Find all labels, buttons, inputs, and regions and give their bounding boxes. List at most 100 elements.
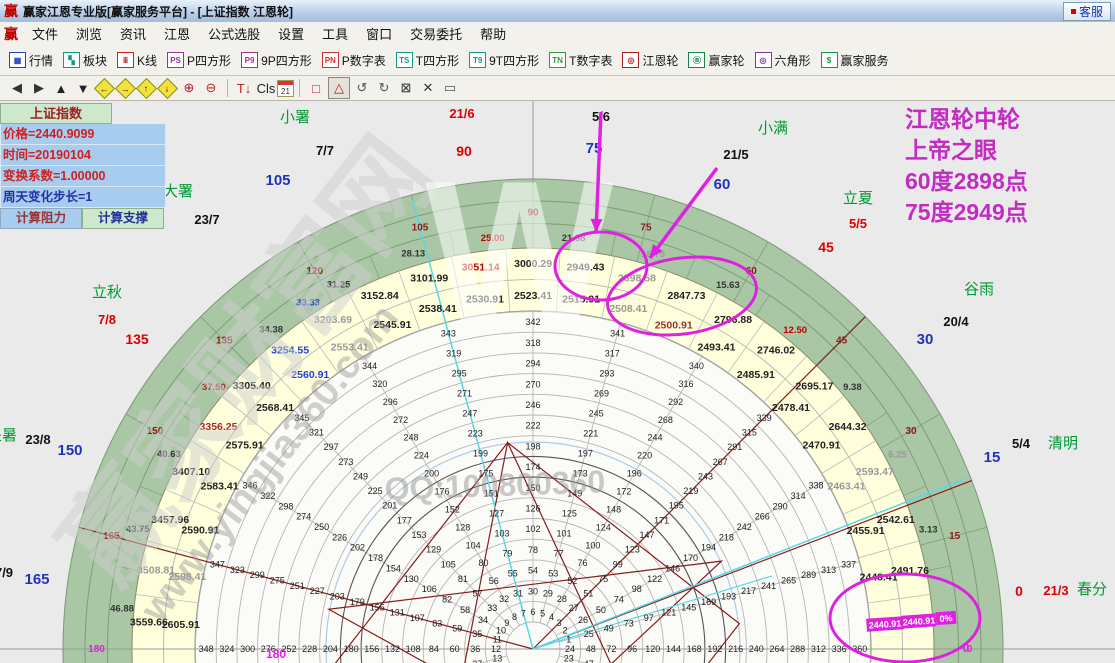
svg-text:339: 339 [757, 413, 772, 423]
winner-wheel-icon: Ⓑ [688, 52, 705, 68]
svg-text:120: 120 [645, 644, 660, 654]
svg-text:227: 227 [310, 586, 325, 596]
menu-3[interactable]: 江恩 [155, 27, 199, 42]
title-bar[interactable]: 赢 赢家江恩专业版[赢家服务平台] - [上证指数 江恩轮] 客服 [0, 0, 1115, 23]
nav-down-button[interactable]: ▼ [73, 78, 93, 98]
svg-text:30: 30 [917, 331, 934, 348]
calendar-icon[interactable]: 21 [277, 80, 294, 97]
svg-text:226: 226 [332, 532, 347, 542]
svg-text:289: 289 [801, 570, 816, 580]
svg-text:75: 75 [640, 222, 652, 233]
svg-text:180: 180 [266, 647, 286, 661]
toolbar-button-quotes[interactable]: ▦行情 [4, 48, 58, 72]
svg-text:33: 33 [487, 603, 497, 613]
svg-text:315: 315 [742, 428, 757, 438]
svg-text:21/6: 21/6 [449, 106, 474, 121]
svg-text:272: 272 [393, 415, 408, 425]
cls-button[interactable]: Cls [256, 78, 276, 98]
menu-4[interactable]: 公式选股 [199, 27, 269, 42]
svg-text:243: 243 [698, 471, 713, 481]
t-table-icon: TN [549, 52, 566, 68]
svg-text:267: 267 [713, 457, 728, 467]
svg-text:大署: 大署 [163, 183, 193, 200]
svg-text:2463.41: 2463.41 [827, 481, 865, 493]
svg-text:106: 106 [422, 584, 437, 594]
svg-text:45: 45 [818, 239, 834, 255]
toolbar-button-gann-wheel[interactable]: ◎江恩轮 [617, 48, 683, 72]
svg-text:323: 323 [230, 565, 245, 575]
svg-text:79: 79 [502, 548, 512, 558]
toolbar-button-p-square[interactable]: PSP四方形 [162, 48, 236, 72]
box-select-button[interactable]: ⊠ [396, 78, 416, 98]
svg-text:225: 225 [368, 486, 383, 496]
svg-text:123: 123 [625, 545, 640, 555]
nav-forward-button[interactable]: ▶ [29, 78, 49, 98]
svg-text:23/8: 23/8 [25, 432, 50, 447]
svg-text:83: 83 [432, 618, 442, 628]
panel-row-3: 周天变化步长=1 [0, 187, 166, 208]
svg-text:135: 135 [125, 331, 149, 347]
toolbar-button-winner-service[interactable]: $赢家服务 [816, 48, 894, 72]
nav-back-button[interactable]: ◀ [7, 78, 27, 98]
calc-support-button[interactable]: 计算支撑 [82, 208, 164, 229]
rotate-cw-button[interactable]: ↻ [374, 78, 394, 98]
t-updown-button[interactable]: T↓ [234, 78, 254, 98]
menu-0[interactable]: 文件 [23, 27, 67, 42]
support-button[interactable]: 客服 [1063, 2, 1111, 21]
screen-tool-button[interactable]: ▭ [440, 78, 460, 98]
svg-text:265: 265 [781, 575, 796, 585]
t-square-icon: TS [396, 52, 413, 68]
svg-text:处暑: 处暑 [0, 427, 17, 444]
panel-row-1: 时间=20190104 [0, 145, 166, 166]
menu-5[interactable]: 设置 [269, 27, 313, 42]
svg-text:298: 298 [278, 501, 293, 511]
toolbar-button-kline[interactable]: ⅲK线 [112, 48, 162, 72]
menu-6[interactable]: 工具 [313, 27, 357, 42]
toolbar-button-sectors[interactable]: ▚板块 [58, 48, 112, 72]
step-left-button[interactable]: ← [94, 77, 115, 98]
nav-up-button[interactable]: ▲ [51, 78, 71, 98]
cross-tool-button[interactable]: ✕ [418, 78, 438, 98]
menu-8[interactable]: 交易委托 [401, 27, 471, 42]
triangle-tool-button[interactable]: △ [328, 77, 350, 99]
toolbar-button-9t-square[interactable]: T99T四方形 [464, 48, 544, 72]
svg-text:292: 292 [668, 397, 683, 407]
toolbar-button-hexagon[interactable]: ◎六角形 [750, 48, 816, 72]
rotate-ccw-button[interactable]: ↺ [352, 78, 372, 98]
menu-7[interactable]: 窗口 [357, 27, 401, 42]
svg-text:245: 245 [589, 408, 604, 418]
svg-text:2746.02: 2746.02 [757, 344, 795, 356]
rect-tool-button[interactable]: □ [306, 78, 326, 98]
svg-text:348: 348 [199, 644, 214, 654]
zoom-out-button[interactable]: ⊖ [201, 78, 221, 98]
zoom-in-button[interactable]: ⊕ [179, 78, 199, 98]
toolbar-button-winner-wheel[interactable]: Ⓑ赢家轮 [683, 48, 749, 72]
toolbar-button-t-square[interactable]: TST四方形 [391, 48, 464, 72]
svg-text:130: 130 [404, 574, 419, 584]
toolbar-button-p-table[interactable]: PNP数字表 [317, 48, 391, 72]
svg-text:192: 192 [707, 644, 722, 654]
svg-text:150: 150 [57, 442, 82, 459]
step-right-button[interactable]: → [115, 77, 136, 98]
svg-text:31: 31 [513, 588, 523, 598]
svg-text:24: 24 [565, 644, 575, 654]
svg-text:171: 171 [654, 515, 669, 525]
step-up-button[interactable]: ↑ [136, 77, 157, 98]
step-down-button[interactable]: ↓ [157, 77, 178, 98]
svg-text:51: 51 [583, 589, 593, 599]
menu-9[interactable]: 帮助 [471, 27, 515, 42]
svg-text:20/4: 20/4 [943, 314, 969, 329]
panel-row-0: 价格=2440.9099 [0, 124, 166, 145]
toolbar-button-9p-square[interactable]: P99P四方形 [236, 48, 317, 72]
svg-text:5: 5 [540, 608, 545, 618]
toolbar-button-t-table[interactable]: TNT数字表 [544, 48, 617, 72]
svg-text:45: 45 [836, 335, 848, 346]
calc-resistance-button[interactable]: 计算阻力 [0, 208, 82, 229]
svg-text:60: 60 [714, 176, 731, 193]
panel-row-2: 变换系数=1.00000 [0, 166, 166, 187]
svg-text:2455.91: 2455.91 [847, 525, 885, 537]
menu-1[interactable]: 浏览 [67, 27, 111, 42]
svg-text:178: 178 [368, 553, 383, 563]
svg-text:0%: 0% [939, 613, 953, 624]
menu-2[interactable]: 资讯 [111, 27, 155, 42]
